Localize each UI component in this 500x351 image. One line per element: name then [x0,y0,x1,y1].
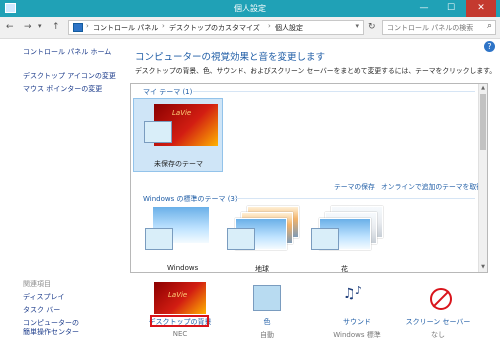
sidebar-change-desktop-icons[interactable]: デスクトップ アイコンの変更 [23,71,116,81]
close-button[interactable]: ✕ [466,0,496,17]
search-box[interactable]: ⌕ [382,20,496,35]
up-arrow-icon[interactable]: ↑ [52,22,60,32]
control-panel-icon [73,23,83,32]
color-palette-icon [227,228,255,250]
breadcrumb-separator-icon[interactable]: › [268,22,271,30]
lavie-brand-text: LaVie [168,291,188,299]
color-palette-icon [144,121,172,143]
screensaver-value: なし [431,331,445,339]
color-palette-icon [145,228,173,250]
sidebar-control-panel-home[interactable]: コントロール パネル ホーム [23,47,111,57]
sidebar-related-heading: 関連項目 [23,280,51,288]
unsaved-theme-label: 未保存のテーマ [154,160,203,168]
theme-label-flowers: 花 [341,265,348,273]
windows-themes-group-label: Windows の標準のテーマ (3) [143,195,238,203]
theme-label-windows: Windows [167,264,199,272]
sidebar-taskbar[interactable]: タスク バー [23,305,60,315]
my-themes-group-label: マイ テーマ (1) [143,88,193,96]
color-value: 自動 [260,331,274,339]
color-swatch-icon [253,285,281,311]
search-input[interactable] [387,22,483,33]
save-theme-link[interactable]: テーマの保存 [334,181,375,191]
color-label[interactable]: 色 [227,317,307,327]
sidebar-display[interactable]: ディスプレイ [23,292,65,302]
forward-arrow-icon[interactable]: → [24,22,32,32]
color-palette-icon [257,288,280,308]
address-dropdown-icon[interactable]: ▾ [355,22,359,30]
search-icon[interactable]: ⌕ [487,21,492,31]
sidebar-change-mouse-pointer[interactable]: マウス ポインターの変更 [23,84,102,94]
theme-label-earth: 地球 [255,265,269,273]
sidebar-ease-of-access-line2[interactable]: 簡単操作センター [23,327,79,337]
desktop-background-thumbnail: LaVie [154,282,206,314]
breadcrumb-desktop-customization[interactable]: デスクトップのカスタマイズ [169,23,260,33]
scrollbar-thumb[interactable] [480,94,486,150]
minimize-button[interactable]: — [413,0,435,17]
sound-notes-icon: ♫ [343,286,356,302]
breadcrumb-personalization[interactable]: 個人設定 [275,23,303,33]
group-divider [193,91,475,92]
sound-note-icon: ♪ [355,284,363,297]
recent-dropdown-icon[interactable]: ▾ [38,22,42,30]
title-bar: 個人設定 — ☐ ✕ [0,0,500,17]
page-title: コンピューターの視覚効果と音を変更します [135,52,326,63]
breadcrumb-control-panel[interactable]: コントロール パネル [93,23,158,33]
breadcrumb-separator-icon[interactable]: › [162,22,165,30]
theme-list-scrollbar[interactable]: ▲ ▼ [478,84,487,272]
maximize-button[interactable]: ☐ [440,0,462,17]
color-palette-icon [311,228,339,250]
scroll-up-icon[interactable]: ▲ [479,84,487,93]
back-arrow-icon[interactable]: ← [6,22,14,32]
desktop-background-value: NEC [172,330,188,338]
sound-value: Windows 標準 [333,331,381,339]
scroll-down-icon[interactable]: ▼ [479,263,487,272]
help-icon[interactable]: ? [484,41,495,52]
lavie-brand-text: LaVie [172,109,192,117]
no-screensaver-icon [430,288,452,310]
theme-list: マイ テーマ (1) LaVie 未保存のテーマ テーマの保存 オンラインで追加… [130,83,488,273]
group-divider [235,198,475,199]
refresh-icon[interactable]: ↻ [368,22,376,32]
get-more-themes-link[interactable]: オンラインで追加のテーマを取得 [381,181,483,191]
unsaved-theme-tile[interactable]: LaVie 未保存のテーマ [133,98,223,172]
screensaver-label[interactable]: スクリーン セーバー [398,317,478,327]
sound-label[interactable]: サウンド [317,317,397,327]
page-subtitle: デスクトップの背景、色、サウンド、およびスクリーン セーバーをまとめて変更するに… [135,67,497,75]
address-bar-row: ← → ▾ ↑ › コントロール パネル › デスクトップのカスタマイズ › 個… [0,17,500,39]
breadcrumb-separator-icon[interactable]: › [86,22,89,30]
highlight-box [150,315,209,327]
address-field[interactable]: › コントロール パネル › デスクトップのカスタマイズ › 個人設定 ▾ [68,20,364,35]
